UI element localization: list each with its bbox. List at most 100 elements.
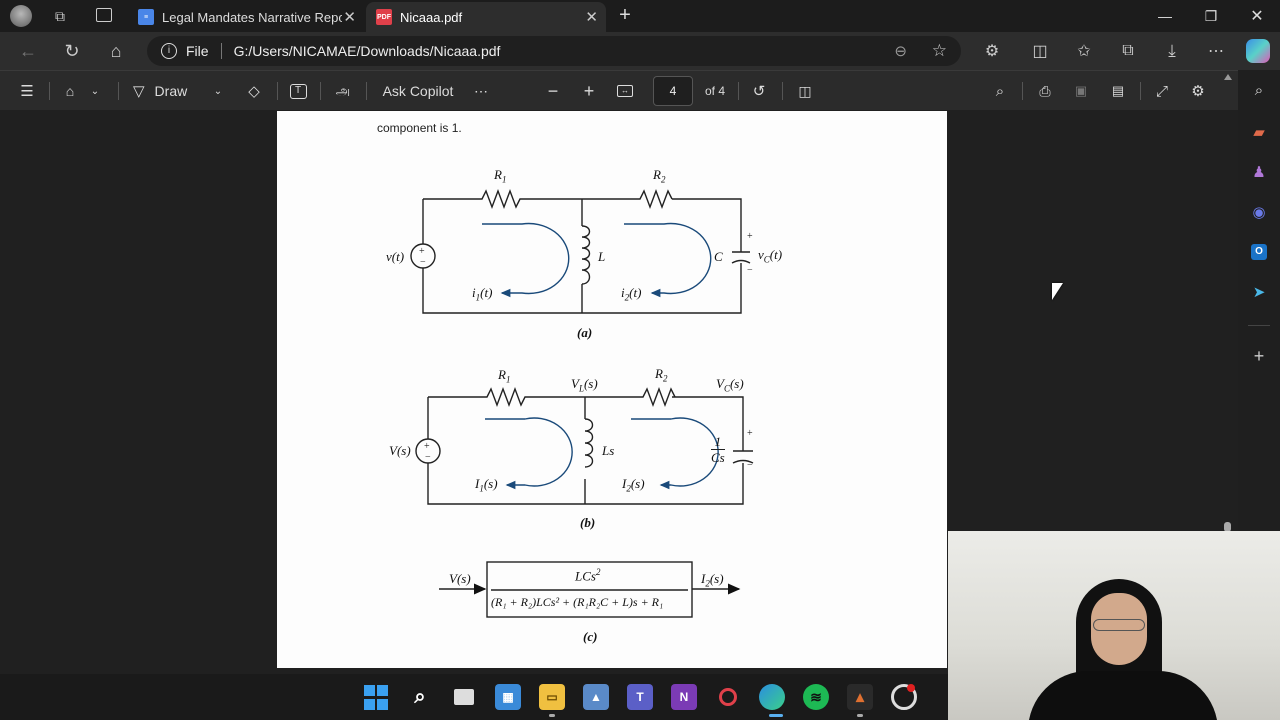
minimize-icon[interactable]: — <box>1142 0 1188 32</box>
divider <box>1022 82 1023 100</box>
text-box-icon[interactable]: T <box>287 79 309 103</box>
file-explorer-icon[interactable]: ▭ <box>539 684 565 710</box>
sidebar-add-icon[interactable]: + <box>1247 344 1271 368</box>
divider <box>738 82 739 100</box>
running-indicator <box>857 714 863 717</box>
url-text[interactable]: G:/Users/NICAMAE/Downloads/Nicaaa.pdf <box>234 43 501 59</box>
zoom-icon[interactable]: ⊖ <box>894 42 907 60</box>
refresh-icon[interactable]: ↻ <box>57 36 87 66</box>
label-source-b: V(s) <box>389 443 411 458</box>
matlab-icon[interactable]: ▴ <box>847 684 873 710</box>
collections-icon[interactable]: ⧉ <box>1113 36 1143 66</box>
mouse-cursor-icon <box>1052 283 1063 300</box>
draw-button[interactable]: ▽ Draw <box>133 79 201 103</box>
divider <box>118 82 119 100</box>
tab-actions-icon[interactable] <box>96 8 112 22</box>
teams-icon[interactable]: T <box>627 684 653 710</box>
more-menu-icon[interactable]: ⋯ <box>1201 36 1231 66</box>
draw-label: Draw <box>154 83 188 99</box>
circuit-a <box>410 189 751 314</box>
close-tab-icon[interactable]: ✕ <box>343 8 356 26</box>
label-i1-b: I1(s) <box>475 476 498 494</box>
pdf-icon: PDF <box>376 9 392 25</box>
new-tab-icon[interactable]: + <box>614 4 636 26</box>
address-bar: ← ↻ ⌂ i File G:/Users/NICAMAE/Downloads/… <box>0 32 1280 70</box>
contents-icon[interactable]: ☰ <box>15 79 39 103</box>
fit-page-icon[interactable]: ↔ <box>614 79 636 103</box>
block-input-label: V(s) <box>449 571 471 586</box>
scroll-up-arrow[interactable] <box>1224 74 1232 80</box>
tab-nicaaa-pdf[interactable]: PDF Nicaaa.pdf ✕ <box>366 2 606 32</box>
recorder-icon[interactable] <box>715 684 741 710</box>
more-options-icon[interactable]: ⋯ <box>470 79 492 103</box>
read-aloud-icon[interactable]: அ <box>331 79 355 103</box>
onenote-icon[interactable]: N <box>671 684 697 710</box>
sidebar-send-icon[interactable]: ➤ <box>1247 280 1271 304</box>
label-inductor-b: Ls <box>602 443 615 458</box>
profile-avatar[interactable] <box>10 5 32 27</box>
divider <box>1140 82 1141 100</box>
running-indicator <box>549 714 555 717</box>
zoom-in-icon[interactable]: + <box>578 79 600 103</box>
presenter-glasses <box>1093 619 1145 631</box>
taskbar-search-icon[interactable]: ⌕ <box>407 684 433 710</box>
label-r2-a: R2 <box>653 167 666 185</box>
task-view-icon[interactable] <box>451 684 477 710</box>
widgets-icon[interactable]: ▦ <box>495 684 521 710</box>
favorites-icon[interactable]: ✩ <box>1069 36 1099 66</box>
svg-text:+: + <box>747 428 753 439</box>
back-icon[interactable]: ← <box>13 36 43 66</box>
sidebar-outlook-icon[interactable]: O <box>1247 240 1271 264</box>
spotify-icon[interactable]: ≋ <box>803 684 829 710</box>
downloads-icon[interactable]: ⤓ <box>1157 36 1187 66</box>
close-window-icon[interactable]: ✕ <box>1234 0 1280 32</box>
eraser-icon[interactable]: ◇ <box>242 79 266 103</box>
ask-copilot-button[interactable]: Ask Copilot <box>380 79 456 103</box>
favorite-star-icon[interactable]: ☆ <box>932 41 947 61</box>
rotate-icon[interactable]: ↺ <box>748 79 770 103</box>
photos-icon[interactable]: ▲ <box>583 684 609 710</box>
copilot-icon[interactable] <box>1246 39 1270 63</box>
extensions-icon[interactable]: ⚙ <box>977 36 1007 66</box>
search-icon[interactable]: ⌕ <box>989 79 1011 103</box>
sidebar-copilot-icon[interactable]: ◉ <box>1247 200 1271 224</box>
save-icon[interactable]: ▣ <box>1070 79 1092 103</box>
split-screen-icon[interactable]: ◫ <box>1025 36 1055 66</box>
label-capacitor-a: C <box>714 249 723 264</box>
highlight-icon[interactable]: ⌂ <box>58 79 82 103</box>
print-icon[interactable]: ⎙ <box>1034 79 1056 103</box>
tab-legal-mandates[interactable]: ≡ Legal Mandates Narrative Report ✕ <box>128 2 364 32</box>
close-tab-icon[interactable]: ✕ <box>585 8 598 26</box>
presenter-body <box>1028 671 1218 720</box>
page-number-input[interactable]: 4 <box>653 76 693 106</box>
fullscreen-icon[interactable]: ⤢ <box>1151 79 1173 103</box>
restore-icon[interactable]: ❐ <box>1188 0 1234 32</box>
edge-sidebar: ⌕ ▰ ♟ ◉ O ➤ + <box>1238 70 1280 532</box>
label-vc-a: vC(t) <box>758 247 783 265</box>
edge-icon[interactable] <box>759 684 785 710</box>
sidebar-people-icon[interactable]: ♟ <box>1247 160 1271 184</box>
sidebar-tools-icon[interactable]: ▰ <box>1247 120 1271 144</box>
info-icon[interactable]: i <box>161 43 177 59</box>
workspaces-icon[interactable]: ⧉ <box>52 8 68 24</box>
settings-gear-icon[interactable]: ⚙ <box>1187 79 1209 103</box>
label-r1-a: R1 <box>494 167 507 185</box>
block-output-label: I2(s) <box>701 571 724 589</box>
zoom-out-icon[interactable]: − <box>542 79 564 103</box>
divider <box>220 43 222 59</box>
chevron-down-icon[interactable]: ⌄ <box>210 79 226 103</box>
divider <box>277 82 278 100</box>
scrollbar[interactable] <box>1222 72 1234 532</box>
start-windows-icon[interactable] <box>363 684 389 710</box>
sidebar-search-icon[interactable]: ⌕ <box>1247 78 1271 102</box>
chevron-down-icon[interactable]: ⌄ <box>87 79 103 103</box>
label-r2-b: R2 <box>655 366 668 384</box>
svg-text:+: + <box>424 441 430 452</box>
home-icon[interactable]: ⌂ <box>101 36 131 66</box>
save-as-icon[interactable]: ▤ <box>1107 79 1129 103</box>
svg-text:+: + <box>747 231 753 242</box>
omnibox[interactable]: i File G:/Users/NICAMAE/Downloads/Nicaaa… <box>147 36 961 66</box>
page-view-icon[interactable]: ◫ <box>794 79 816 103</box>
pdf-page: component is 1. + − + − + − + − R1 R2 v(… <box>277 111 947 668</box>
transfer-denominator: (R₁ + R₂)LCs² + (R₁R₂C + L)s + R₁ <box>491 595 664 609</box>
